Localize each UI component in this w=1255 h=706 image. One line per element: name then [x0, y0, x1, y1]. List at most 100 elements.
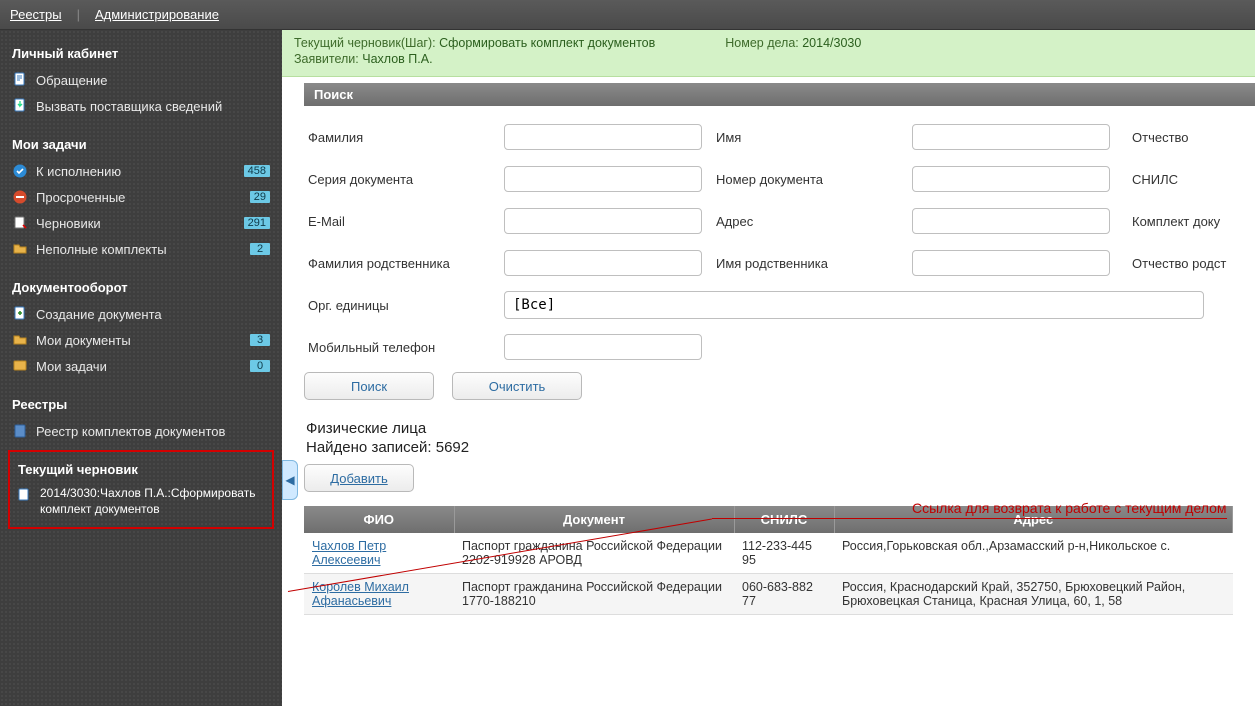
cell-addr: Россия, Краснодарский Край, 352750, Брюх…	[834, 574, 1233, 615]
sidebar-item-call-provider[interactable]: Вызвать поставщика сведений	[0, 93, 282, 119]
current-draft-highlight: Текущий черновик 2014/3030:Чахлов П.А.:С…	[8, 450, 274, 529]
results-count: Найдено записей: 5692	[304, 439, 1255, 464]
status-applicants-value: Чахлов П.А.	[362, 52, 432, 66]
input-doc-number[interactable]	[912, 166, 1110, 192]
sidebar-item-docset-registry[interactable]: Реестр комплектов документов	[0, 418, 282, 444]
col-snils[interactable]: СНИЛС	[734, 506, 834, 533]
count-badge: 291	[244, 217, 270, 229]
sidebar: Личный кабинет Обращение Вызвать поставщ…	[0, 30, 282, 706]
count-badge: 29	[250, 191, 270, 203]
doc-fetch-icon	[12, 98, 28, 114]
sidebar-item-label: Мои документы	[36, 333, 250, 348]
results-heading: Физические лица	[304, 416, 1255, 439]
input-doc-series[interactable]	[504, 166, 702, 192]
sidebar-item-incomplete[interactable]: Неполные комплекты 2	[0, 236, 282, 262]
sidebar-item-my-tasks[interactable]: Мои задачи 0	[0, 353, 282, 379]
sidebar-item-label: Просроченные	[36, 190, 250, 205]
results-table: ФИО Документ СНИЛС Адрес Чахлов Петр Але…	[304, 506, 1233, 615]
label-email: E-Mail	[304, 214, 504, 229]
status-applicants-key: Заявители:	[294, 52, 359, 66]
sidebar-item-label: Вызвать поставщика сведений	[36, 99, 270, 114]
cell-addr: Россия,Горьковская обл.,Арзамасский р-н,…	[834, 533, 1233, 574]
draft-icon	[16, 487, 32, 503]
sidebar-item-label: Неполные комплекты	[36, 242, 250, 257]
status-case-value: 2014/3030	[802, 36, 861, 50]
cell-snils: 060-683-882 77	[734, 574, 834, 615]
input-org-units[interactable]	[504, 291, 1204, 319]
col-fio[interactable]: ФИО	[304, 506, 454, 533]
current-draft-header: Текущий черновик	[16, 458, 266, 485]
task-icon	[12, 358, 28, 374]
search-button[interactable]: Поиск	[304, 372, 434, 400]
nav-admin[interactable]: Администрирование	[95, 7, 219, 22]
search-panel-title: Поиск	[304, 83, 1255, 106]
nav-separator: |	[77, 7, 80, 22]
top-navbar: Реестры | Администрирование	[0, 0, 1255, 30]
current-draft-text: 2014/3030:Чахлов П.А.:Сформировать компл…	[40, 485, 266, 517]
label-address: Адрес	[712, 214, 912, 229]
sidebar-item-label: Реестр комплектов документов	[36, 424, 270, 439]
main-panel: ◀ Текущий черновик(Шаг): Сформировать ко…	[282, 30, 1255, 706]
chevron-left-icon: ◀	[285, 473, 294, 487]
input-rel-first[interactable]	[912, 250, 1110, 276]
label-firstname: Имя	[712, 130, 912, 145]
sidebar-item-label: К исполнению	[36, 164, 244, 179]
label-patronymic: Отчество	[1128, 130, 1189, 145]
annotation-text: Ссылка для возврата к работе с текущим д…	[912, 500, 1227, 519]
sidebar-item-label: Создание документа	[36, 307, 270, 322]
status-step-value: Сформировать комплект документов	[439, 36, 655, 50]
status-step-key: Текущий черновик(Шаг):	[294, 36, 436, 50]
input-firstname[interactable]	[912, 124, 1110, 150]
input-lastname[interactable]	[504, 124, 702, 150]
count-badge: 2	[250, 243, 270, 255]
sidebar-item-my-docs[interactable]: Мои документы 3	[0, 327, 282, 353]
current-draft-link[interactable]: 2014/3030:Чахлов П.А.:Сформировать компл…	[16, 485, 266, 517]
doc-new-icon	[12, 72, 28, 88]
draft-icon	[12, 215, 28, 231]
search-panel: Поиск Фамилия Имя Отчество Серия докумен…	[304, 83, 1255, 416]
col-doc[interactable]: Документ	[454, 506, 734, 533]
folder-open-icon	[12, 332, 28, 348]
sidebar-item-request[interactable]: Обращение	[0, 67, 282, 93]
case-status-band: Текущий черновик(Шаг): Сформировать комп…	[282, 30, 1255, 77]
label-rel-first: Имя родственника	[712, 256, 912, 271]
input-address[interactable]	[912, 208, 1110, 234]
doc-plus-icon	[12, 306, 28, 322]
input-rel-last[interactable]	[504, 250, 702, 276]
count-badge: 0	[250, 360, 270, 372]
annotation-line	[712, 518, 912, 519]
nav-registries[interactable]: Реестры	[10, 7, 62, 22]
deny-circle-icon	[12, 189, 28, 205]
sidebar-item-create-doc[interactable]: Создание документа	[0, 301, 282, 327]
sidebar-item-label: Обращение	[36, 73, 270, 88]
input-email[interactable]	[504, 208, 702, 234]
check-circle-icon	[12, 163, 28, 179]
sidebar-item-label: Мои задачи	[36, 359, 250, 374]
input-phone[interactable]	[504, 334, 702, 360]
table-row[interactable]: Королев Михаил Афанасьевич Паспорт гражд…	[304, 574, 1233, 615]
label-doc-number: Номер документа	[712, 172, 912, 187]
label-doc-series: Серия документа	[304, 172, 504, 187]
sidebar-section-personal: Личный кабинет	[0, 38, 282, 67]
label-lastname: Фамилия	[304, 130, 504, 145]
sidebar-section-registries: Реестры	[0, 389, 282, 418]
folder-icon	[12, 241, 28, 257]
sidebar-item-label: Черновики	[36, 216, 244, 231]
count-badge: 3	[250, 334, 270, 346]
table-row[interactable]: Чахлов Петр Алексеевич Паспорт гражданин…	[304, 533, 1233, 574]
count-badge: 458	[244, 165, 270, 177]
cell-snils: 112-233-445 95	[734, 533, 834, 574]
sidebar-section-tasks: Мои задачи	[0, 129, 282, 158]
label-phone: Мобильный телефон	[304, 340, 504, 355]
person-link[interactable]: Чахлов Петр Алексеевич	[312, 539, 386, 567]
label-rel-last: Фамилия родственника	[304, 256, 504, 271]
sidebar-item-overdue[interactable]: Просроченные 29	[0, 184, 282, 210]
sidebar-item-drafts[interactable]: Черновики 291	[0, 210, 282, 236]
label-org: Орг. единицы	[304, 298, 504, 313]
sidebar-collapse-handle[interactable]: ◀	[282, 460, 298, 500]
sidebar-section-docflow: Документооборот	[0, 272, 282, 301]
book-icon	[12, 423, 28, 439]
add-button[interactable]: Добавить	[304, 464, 414, 492]
clear-button[interactable]: Очистить	[452, 372, 582, 400]
sidebar-item-todo[interactable]: К исполнению 458	[0, 158, 282, 184]
